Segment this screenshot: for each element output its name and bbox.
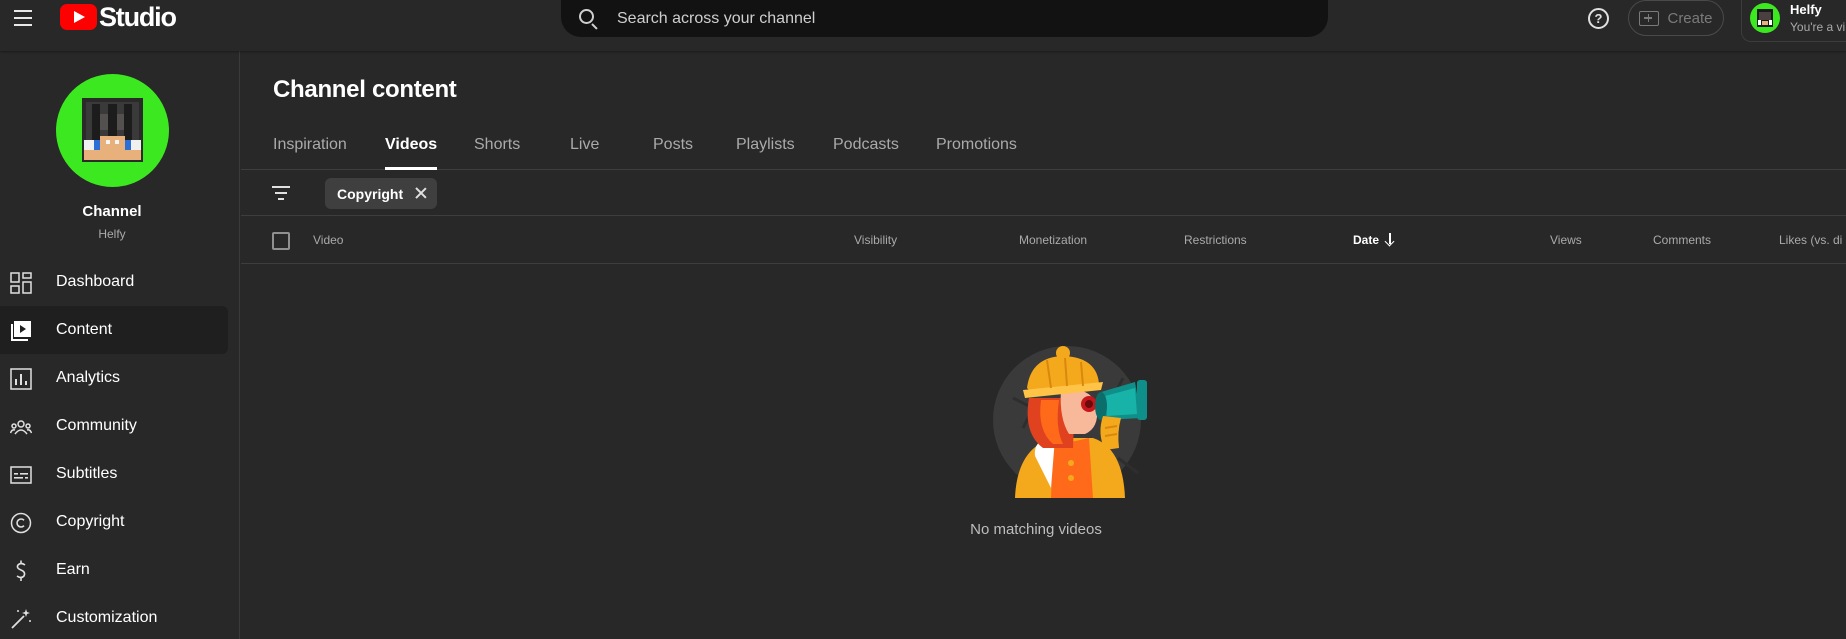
account-subtitle: You're a vi	[1790, 20, 1846, 34]
page-title: Channel content	[273, 76, 457, 103]
column-visibility: Visibility	[854, 233, 898, 247]
sidebar-item-copyright[interactable]: Copyright	[0, 498, 228, 546]
channel-name: Helfy	[98, 227, 126, 241]
sidebar-label-community: Community	[56, 417, 137, 434]
sidebar-label-content: Content	[56, 321, 113, 338]
main-content: Channel content Inspiration Videos Short…	[241, 51, 1846, 639]
help-icon[interactable]: ?	[1588, 8, 1609, 29]
column-comments[interactable]: Comments	[1653, 233, 1711, 247]
filter-bar: Copyright	[241, 170, 1846, 216]
filter-icon[interactable]	[272, 186, 290, 200]
column-date[interactable]: Date	[1353, 233, 1395, 247]
empty-state-message: No matching videos	[241, 521, 1831, 538]
search-input[interactable]	[617, 9, 1297, 28]
tab-shorts[interactable]: Shorts	[474, 133, 520, 170]
copyright-icon	[10, 512, 32, 534]
column-likes[interactable]: Likes (vs. di	[1779, 233, 1842, 247]
column-views[interactable]: Views	[1550, 233, 1582, 247]
sidebar-label-copyright: Copyright	[56, 513, 125, 530]
create-label: Create	[1667, 9, 1713, 27]
sidebar-label-customization: Customization	[56, 609, 158, 626]
tab-playlists[interactable]: Playlists	[736, 133, 795, 170]
analytics-icon	[10, 368, 32, 390]
filter-chip-label: Copyright	[337, 185, 404, 202]
tab-posts[interactable]: Posts	[653, 133, 693, 170]
dashboard-icon	[10, 272, 32, 294]
content-icon	[11, 321, 31, 341]
create-button[interactable]: Create	[1628, 0, 1724, 36]
sidebar-item-content[interactable]: Content	[0, 306, 228, 354]
table-header: Video Visibility Monetization Restrictio…	[241, 216, 1846, 264]
content-tabs: Inspiration Videos Shorts Live Posts Pla…	[241, 133, 1846, 170]
sidebar-label-subtitles: Subtitles	[56, 465, 118, 482]
sidebar-item-earn[interactable]: Earn	[0, 546, 228, 594]
sort-arrow-down-icon	[1385, 233, 1395, 245]
account-switcher[interactable]: Helfy You're a vi	[1741, 0, 1846, 42]
sidebar-item-customization[interactable]: Customization	[0, 594, 228, 639]
top-header: Studio ? Create Helfy You're a vi	[0, 0, 1846, 51]
sidebar-label-analytics: Analytics	[56, 369, 121, 386]
logo-text: Studio	[99, 1, 177, 32]
close-icon[interactable]	[414, 186, 428, 200]
select-all-checkbox[interactable]	[272, 232, 290, 250]
search-bar	[561, 0, 1328, 37]
sidebar-item-subtitles[interactable]: Subtitles	[0, 450, 228, 498]
create-video-icon	[1639, 10, 1660, 26]
tab-videos[interactable]: Videos	[385, 133, 438, 170]
subtitles-icon	[10, 466, 32, 484]
empty-state-text: No matching videos	[970, 521, 1102, 538]
sidebar-item-dashboard[interactable]: Dashboard	[0, 258, 228, 306]
community-icon	[10, 420, 32, 435]
account-avatar	[1750, 3, 1780, 33]
search-icon[interactable]	[577, 8, 599, 30]
tab-promotions[interactable]: Promotions	[936, 133, 1017, 170]
column-video: Video	[313, 233, 344, 247]
channel-avatar[interactable]	[56, 74, 169, 187]
tab-live[interactable]: Live	[570, 133, 599, 170]
column-restrictions: Restrictions	[1184, 233, 1247, 247]
youtube-play-icon	[60, 4, 97, 30]
account-name: Helfy	[1790, 2, 1822, 17]
youtube-studio-logo[interactable]: Studio	[60, 1, 177, 32]
no-results-illustration	[993, 346, 1147, 498]
sidebar-label-dashboard: Dashboard	[56, 273, 135, 290]
sidebar-item-analytics[interactable]: Analytics	[0, 354, 228, 402]
sidebar: Channel Helfy Dashboard Content Analytic…	[0, 51, 240, 639]
menu-icon[interactable]	[12, 7, 34, 29]
customization-icon	[11, 609, 31, 629]
tab-inspiration[interactable]: Inspiration	[273, 133, 347, 170]
earn-icon	[16, 560, 26, 581]
filter-chip-copyright[interactable]: Copyright	[325, 178, 438, 209]
column-monetization: Monetization	[1019, 233, 1088, 247]
sidebar-label-earn: Earn	[56, 561, 90, 578]
sidebar-item-community[interactable]: Community	[0, 402, 228, 450]
tab-podcasts[interactable]: Podcasts	[833, 133, 899, 170]
channel-title: Channel	[82, 203, 142, 220]
column-date-label: Date	[1353, 233, 1380, 247]
